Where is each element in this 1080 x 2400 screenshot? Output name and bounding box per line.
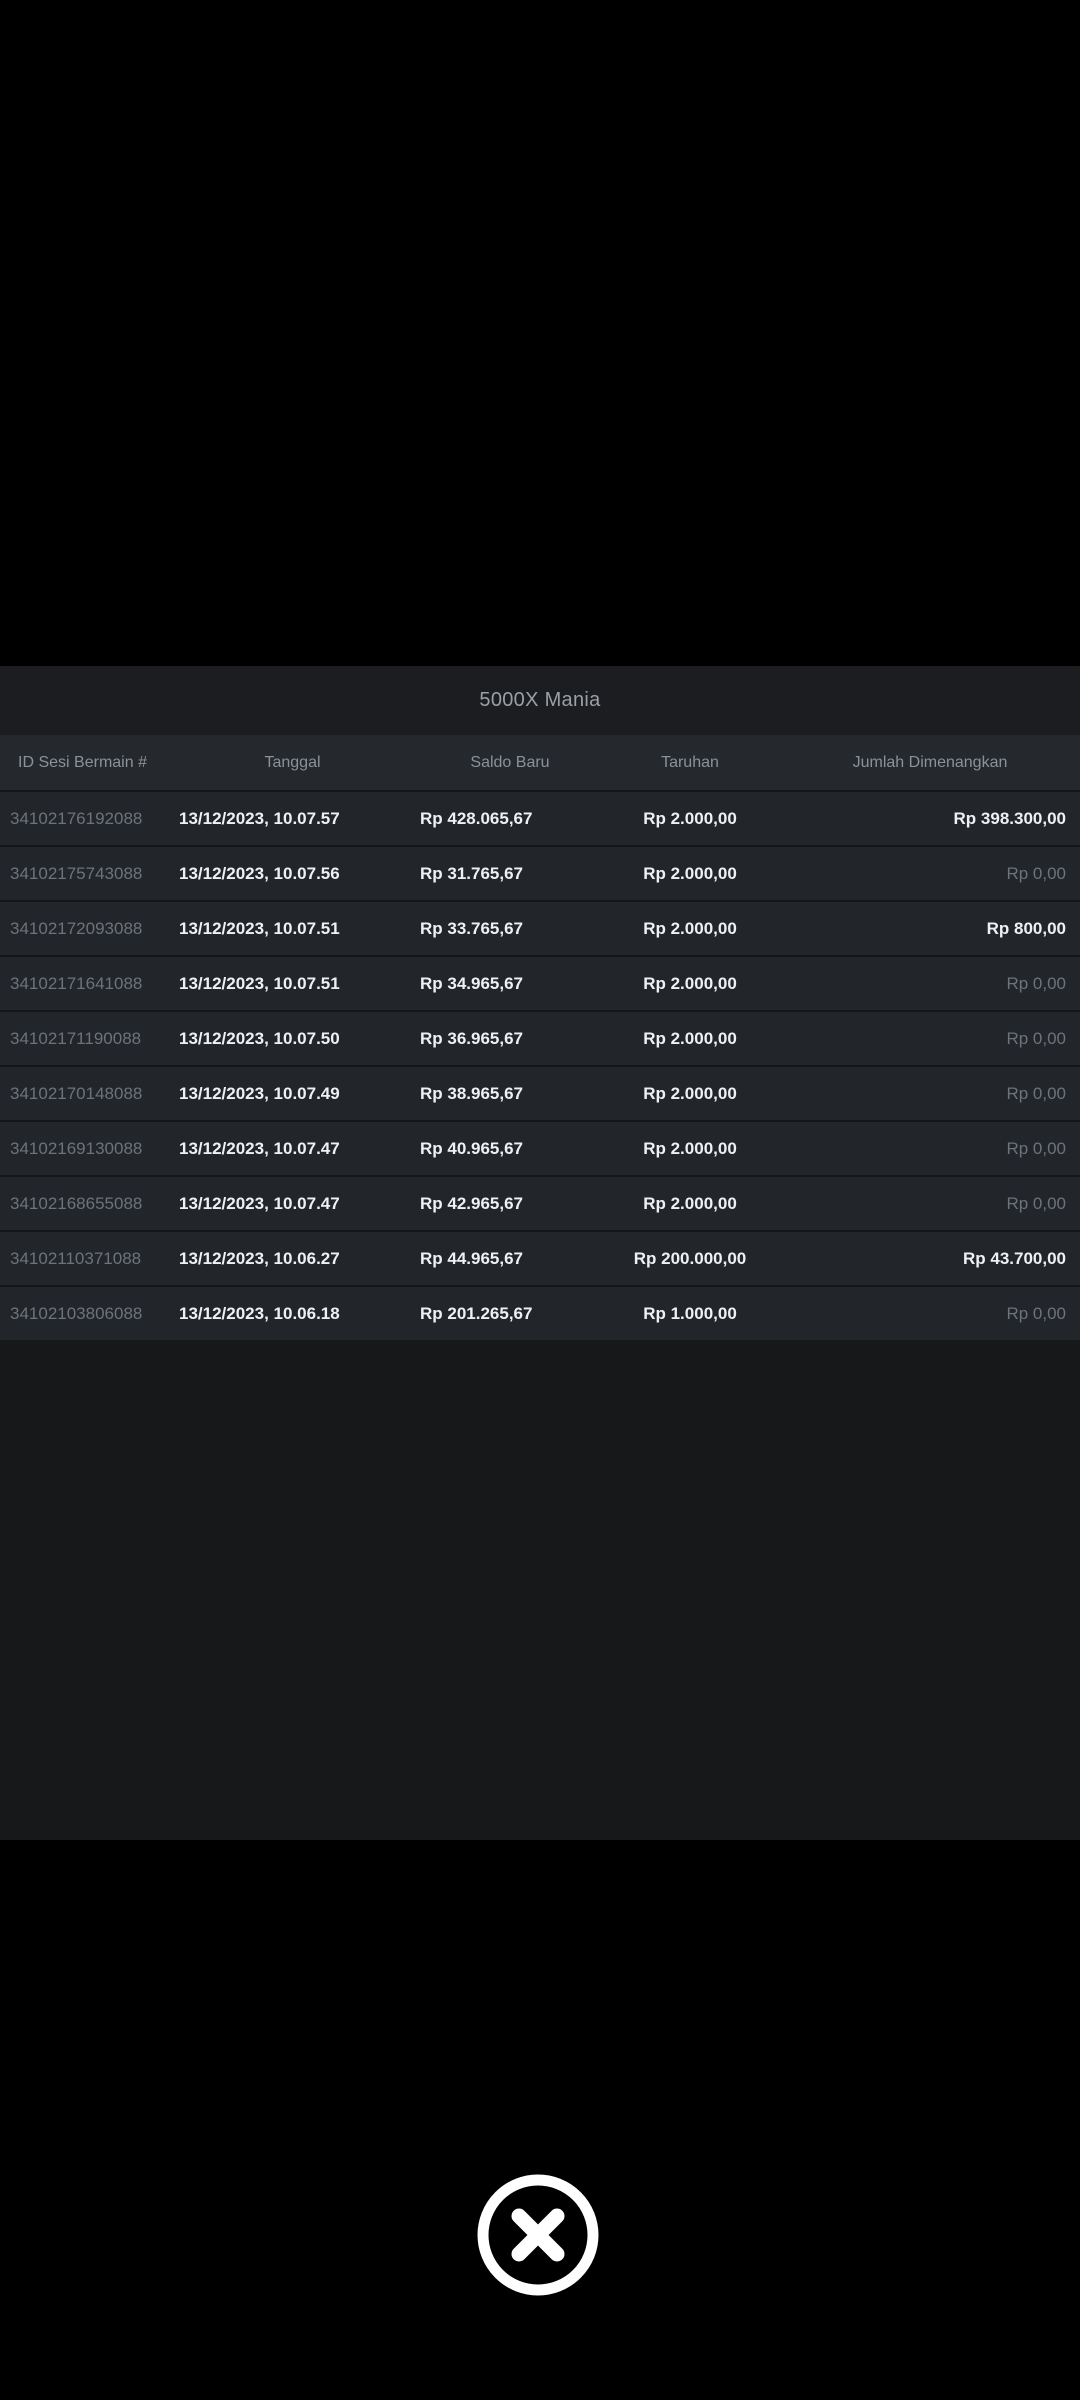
column-header-bet: Taruhan — [600, 754, 780, 772]
bet-cell: Rp 2.000,00 — [600, 1029, 780, 1049]
session-id-cell: 34102103806088 — [0, 1304, 165, 1324]
date-cell: 13/12/2023, 10.07.51 — [165, 974, 420, 994]
new-balance-cell: Rp 38.965,67 — [420, 1084, 600, 1104]
table-header-row: ID Sesi Bermain # Tanggal Saldo Baru Tar… — [0, 735, 1080, 790]
table-row: 3410217119008813/12/2023, 10.07.50Rp 36.… — [0, 1010, 1080, 1065]
session-id-cell: 34102175743088 — [0, 864, 165, 884]
session-id-cell: 34102176192088 — [0, 809, 165, 829]
date-cell: 13/12/2023, 10.06.18 — [165, 1304, 420, 1324]
modal-titlebar: 5000X Mania — [0, 666, 1080, 735]
bet-cell: Rp 2.000,00 — [600, 1139, 780, 1159]
bet-cell: Rp 2.000,00 — [600, 809, 780, 829]
table-row: 3410211037108813/12/2023, 10.06.27Rp 44.… — [0, 1230, 1080, 1285]
amount-won-cell: Rp 43.700,00 — [780, 1249, 1080, 1269]
new-balance-cell: Rp 33.765,67 — [420, 919, 600, 939]
date-cell: 13/12/2023, 10.07.57 — [165, 809, 420, 829]
date-cell: 13/12/2023, 10.07.51 — [165, 919, 420, 939]
bet-cell: Rp 2.000,00 — [600, 974, 780, 994]
session-id-cell: 34102169130088 — [0, 1139, 165, 1159]
amount-won-cell: Rp 398.300,00 — [780, 809, 1080, 829]
session-id-cell: 34102172093088 — [0, 919, 165, 939]
bet-cell: Rp 1.000,00 — [600, 1304, 780, 1324]
table-row: 3410217209308813/12/2023, 10.07.51Rp 33.… — [0, 900, 1080, 955]
date-cell: 13/12/2023, 10.07.47 — [165, 1139, 420, 1159]
new-balance-cell: Rp 36.965,67 — [420, 1029, 600, 1049]
table-row: 3410217014808813/12/2023, 10.07.49Rp 38.… — [0, 1065, 1080, 1120]
amount-won-cell: Rp 0,00 — [780, 1304, 1080, 1324]
table-row: 3410217574308813/12/2023, 10.07.56Rp 31.… — [0, 845, 1080, 900]
new-balance-cell: Rp 44.965,67 — [420, 1249, 600, 1269]
amount-won-cell: Rp 0,00 — [780, 864, 1080, 884]
amount-won-cell: Rp 0,00 — [780, 1139, 1080, 1159]
session-id-cell: 34102170148088 — [0, 1084, 165, 1104]
session-id-cell: 34102168655088 — [0, 1194, 165, 1214]
bet-cell: Rp 2.000,00 — [600, 919, 780, 939]
bet-cell: Rp 2.000,00 — [600, 1194, 780, 1214]
bet-cell: Rp 2.000,00 — [600, 864, 780, 884]
circle-x-icon — [472, 2169, 604, 2301]
new-balance-cell: Rp 34.965,67 — [420, 974, 600, 994]
close-button[interactable] — [472, 2169, 604, 2301]
date-cell: 13/12/2023, 10.06.27 — [165, 1249, 420, 1269]
column-header-date: Tanggal — [165, 754, 420, 772]
modal-empty-area — [0, 1340, 1080, 1840]
column-header-session-id: ID Sesi Bermain # — [0, 754, 165, 772]
amount-won-cell: Rp 0,00 — [780, 1194, 1080, 1214]
new-balance-cell: Rp 428.065,67 — [420, 809, 600, 829]
table-row: 3410217619208813/12/2023, 10.07.57Rp 428… — [0, 790, 1080, 845]
column-header-amount-won: Jumlah Dimenangkan — [780, 754, 1080, 772]
table-row: 3410216913008813/12/2023, 10.07.47Rp 40.… — [0, 1120, 1080, 1175]
table-row: 3410216865508813/12/2023, 10.07.47Rp 42.… — [0, 1175, 1080, 1230]
amount-won-cell: Rp 0,00 — [780, 1084, 1080, 1104]
date-cell: 13/12/2023, 10.07.56 — [165, 864, 420, 884]
new-balance-cell: Rp 40.965,67 — [420, 1139, 600, 1159]
date-cell: 13/12/2023, 10.07.47 — [165, 1194, 420, 1214]
bet-cell: Rp 2.000,00 — [600, 1084, 780, 1104]
modal-title: 5000X Mania — [479, 689, 600, 712]
new-balance-cell: Rp 42.965,67 — [420, 1194, 600, 1214]
bet-cell: Rp 200.000,00 — [600, 1249, 780, 1269]
date-cell: 13/12/2023, 10.07.49 — [165, 1084, 420, 1104]
history-table-body: 3410217619208813/12/2023, 10.07.57Rp 428… — [0, 790, 1080, 1340]
column-header-new-balance: Saldo Baru — [420, 754, 600, 772]
amount-won-cell: Rp 800,00 — [780, 919, 1080, 939]
session-id-cell: 34102171190088 — [0, 1029, 165, 1049]
session-id-cell: 34102171641088 — [0, 974, 165, 994]
new-balance-cell: Rp 201.265,67 — [420, 1304, 600, 1324]
new-balance-cell: Rp 31.765,67 — [420, 864, 600, 884]
amount-won-cell: Rp 0,00 — [780, 1029, 1080, 1049]
session-id-cell: 34102110371088 — [0, 1249, 165, 1269]
game-history-modal: 5000X Mania ID Sesi Bermain # Tanggal Sa… — [0, 666, 1080, 1840]
table-row: 3410217164108813/12/2023, 10.07.51Rp 34.… — [0, 955, 1080, 1010]
date-cell: 13/12/2023, 10.07.50 — [165, 1029, 420, 1049]
amount-won-cell: Rp 0,00 — [780, 974, 1080, 994]
table-row: 3410210380608813/12/2023, 10.06.18Rp 201… — [0, 1285, 1080, 1340]
